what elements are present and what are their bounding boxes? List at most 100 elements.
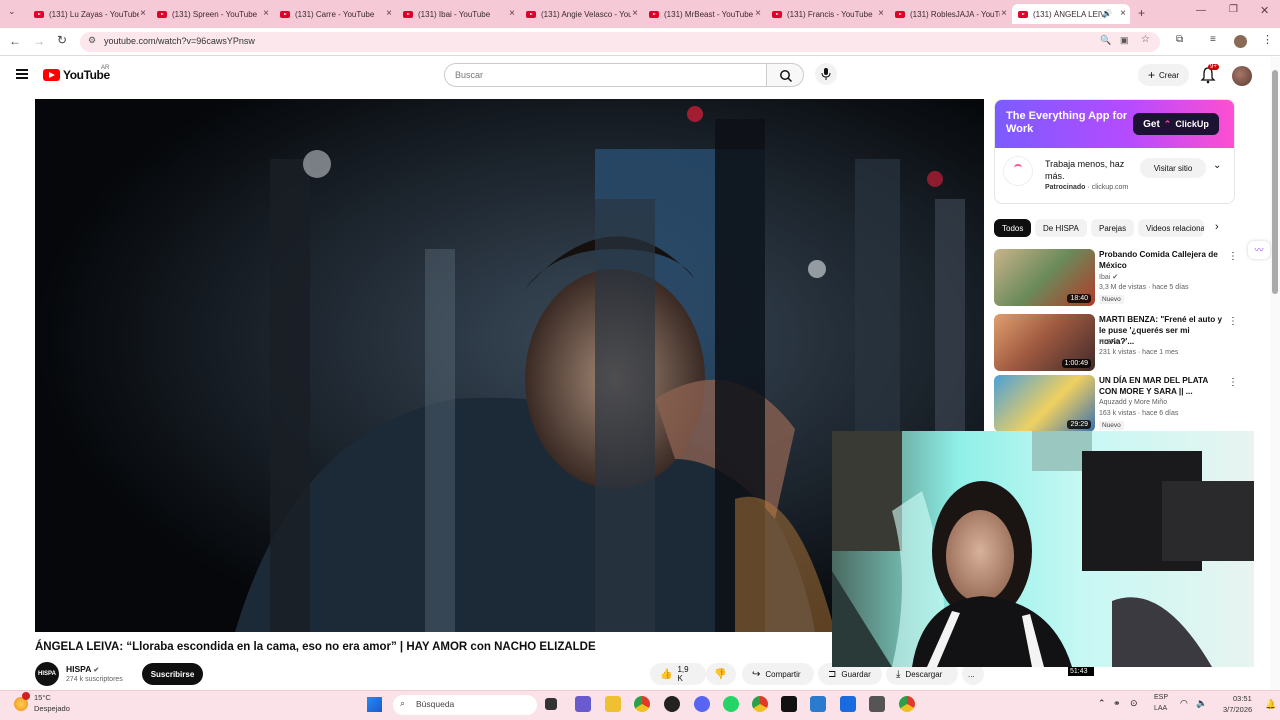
calculator-icon[interactable] — [869, 696, 885, 712]
discord-icon[interactable] — [694, 696, 710, 712]
close-tab-icon[interactable]: × — [140, 8, 146, 19]
chip-all[interactable]: Todos — [994, 219, 1032, 237]
tiktok-icon[interactable] — [781, 696, 797, 712]
close-tab-icon[interactable]: × — [755, 8, 761, 19]
browser-tab[interactable]: (131) Lu Zayas - YouTube × — [28, 4, 150, 24]
floating-extension-icon[interactable]: 〰 — [1248, 241, 1270, 259]
close-tab-icon[interactable]: × — [386, 8, 392, 19]
url-field[interactable]: ⚙ youtube.com/watch?v=96cawsYPnsw 🔍 ▣ ☆ — [80, 32, 1160, 52]
list-item[interactable]: 29:29 UN DÍA EN MAR DEL PLATA CON MORE Y… — [994, 375, 1239, 433]
new-tab-button[interactable]: + — [1138, 6, 1145, 20]
video-thumbnail[interactable]: 18:40 — [994, 249, 1095, 306]
keyboard-language[interactable]: ESP — [1154, 694, 1168, 701]
hamburger-menu-icon[interactable] — [16, 69, 28, 79]
clickup-logo-icon: ⌃ — [1163, 118, 1172, 129]
back-arrow-icon[interactable]: ← — [9, 34, 21, 48]
voice-search-button[interactable] — [815, 63, 837, 85]
clock-time[interactable]: 03:51 — [1233, 694, 1252, 703]
chrome-icon[interactable] — [634, 696, 650, 712]
reload-icon[interactable]: ↻ — [57, 33, 67, 47]
video-thumbnail[interactable]: 1:00:49 — [994, 314, 1095, 371]
bookmark-icon: ⊐ — [828, 668, 837, 680]
chip-from-channel[interactable]: De HISPA — [1035, 219, 1087, 237]
browser-menu-icon[interactable]: ⋮ — [1262, 33, 1273, 46]
browser-tab[interactable]: (131) Francis - YouTube × — [766, 4, 888, 24]
video-thumbnail[interactable]: 29:29 — [994, 375, 1095, 432]
weather-temperature[interactable]: 15°C — [34, 693, 51, 702]
tray-chevron-icon[interactable]: ⌃ — [1098, 698, 1106, 709]
minimize-window-icon[interactable]: — — [1196, 5, 1206, 16]
tab-search-icon[interactable]: ⌄ — [8, 6, 16, 17]
close-tab-icon[interactable]: × — [1001, 8, 1007, 19]
weather-description[interactable]: Despejado — [34, 704, 70, 713]
sponsored-ad[interactable]: The Everything App for Work Get ⌃ ClickUp … — [994, 99, 1235, 204]
obs-icon[interactable] — [664, 696, 680, 712]
extensions-icon[interactable]: ⧉ — [1176, 34, 1183, 45]
ad-banner[interactable]: The Everything App for Work Get ⌃ ClickUp — [995, 100, 1234, 148]
list-item[interactable]: 18:40 Probando Comida Callejera de Méxic… — [994, 249, 1239, 307]
forward-arrow-icon[interactable]: → — [33, 34, 45, 48]
browser-tab[interactable]: (131) Carre - YouTube × — [274, 4, 396, 24]
close-tab-icon[interactable]: × — [878, 8, 884, 19]
teams-icon[interactable] — [575, 696, 591, 712]
more-options-icon[interactable]: ⋮ — [1228, 377, 1238, 388]
browser-tab[interactable]: (131) Ibai - YouTube × — [397, 4, 519, 24]
task-view-icon[interactable] — [545, 698, 557, 710]
chrome-profile-icon[interactable] — [899, 696, 915, 712]
tray-network-icon[interactable]: ⊙ — [1130, 698, 1138, 709]
account-avatar[interactable] — [1232, 66, 1252, 86]
notification-center-icon[interactable]: 🔔 — [1265, 699, 1276, 710]
chrome-active-icon[interactable] — [752, 696, 768, 712]
bookmark-star-icon[interactable]: ☆ — [1141, 34, 1150, 45]
chevron-right-icon[interactable]: › — [1215, 221, 1219, 233]
clock-date[interactable]: 3/7/2026 — [1223, 705, 1252, 714]
close-window-icon[interactable]: ✕ — [1260, 4, 1269, 17]
like-button[interactable]: 👍 1,9 K — [650, 663, 706, 685]
channel-name[interactable]: HISPA ✔ — [66, 664, 99, 674]
share-button[interactable]: ↪ Compartir — [742, 663, 814, 685]
list-item[interactable]: 1:00:49 MARTI BENZA: "Frené el auto y le… — [994, 314, 1239, 372]
webcam-frame — [832, 431, 1254, 667]
search-input[interactable]: Buscar — [444, 63, 767, 87]
ad-get-button[interactable]: Get ⌃ ClickUp — [1133, 113, 1219, 135]
zoom-icon[interactable]: 🔍 — [1100, 35, 1111, 46]
more-options-icon[interactable]: ⋮ — [1228, 316, 1238, 327]
keyboard-layout[interactable]: LAA — [1154, 705, 1167, 712]
cast-icon[interactable]: ▣ — [1120, 35, 1129, 46]
wifi-icon[interactable]: ◠ — [1180, 698, 1188, 709]
chip-related[interactable]: Videos relacionados — [1138, 219, 1204, 237]
store-icon[interactable] — [810, 696, 826, 712]
close-tab-icon[interactable]: × — [509, 8, 515, 19]
browser-tab[interactable]: (131) Spreen - YouTube × — [151, 4, 273, 24]
volume-icon[interactable]: 🔈 — [1196, 698, 1207, 709]
subscribe-button[interactable]: Suscribirse — [142, 663, 203, 685]
close-tab-icon[interactable]: × — [263, 8, 269, 19]
browser-tab[interactable]: (131) RoblesJAJA - YouTube× — [889, 4, 1011, 24]
browser-tab-active[interactable]: (131) ÁNGELA LEIVA 🔊 × — [1012, 4, 1130, 24]
site-info-icon[interactable]: ⚙ — [88, 35, 96, 46]
more-options-icon[interactable]: ⋮ — [1228, 251, 1238, 262]
browser-tab[interactable]: (131) MrBeast - YouTube × — [643, 4, 765, 24]
windows-start-icon[interactable] — [367, 697, 382, 712]
close-tab-icon[interactable]: × — [1120, 8, 1126, 19]
profile-avatar-icon[interactable] — [1234, 35, 1247, 48]
dislike-button[interactable]: 👎 — [706, 663, 736, 685]
chip-couples[interactable]: Parejas — [1091, 219, 1135, 237]
restore-window-icon[interactable]: ❐ — [1229, 4, 1238, 15]
close-tab-icon[interactable]: × — [632, 8, 638, 19]
app-icon[interactable] — [840, 696, 856, 712]
browser-tab[interactable]: (131) Angie Velasco - YouTube× — [520, 4, 642, 24]
audio-playing-icon[interactable]: 🔊 — [1102, 9, 1112, 18]
search-button[interactable] — [766, 63, 804, 87]
whatsapp-icon[interactable] — [723, 696, 739, 712]
channel-avatar[interactable]: HISPA — [35, 662, 59, 686]
media-controls-icon[interactable]: ≡ — [1210, 34, 1216, 45]
file-explorer-icon[interactable] — [605, 696, 621, 712]
visit-site-button[interactable]: Visitar sitio — [1140, 158, 1206, 178]
chevron-down-icon[interactable]: ⌄ — [1213, 160, 1221, 171]
taskbar-search[interactable]: ⌕ Búsqueda — [393, 695, 537, 715]
page-scrollbar-thumb[interactable] — [1272, 70, 1278, 294]
create-button[interactable]: + Crear — [1138, 64, 1189, 86]
youtube-logo[interactable]: YouTube AR — [43, 65, 110, 82]
tray-app-icon[interactable]: ⚭ — [1113, 698, 1121, 709]
